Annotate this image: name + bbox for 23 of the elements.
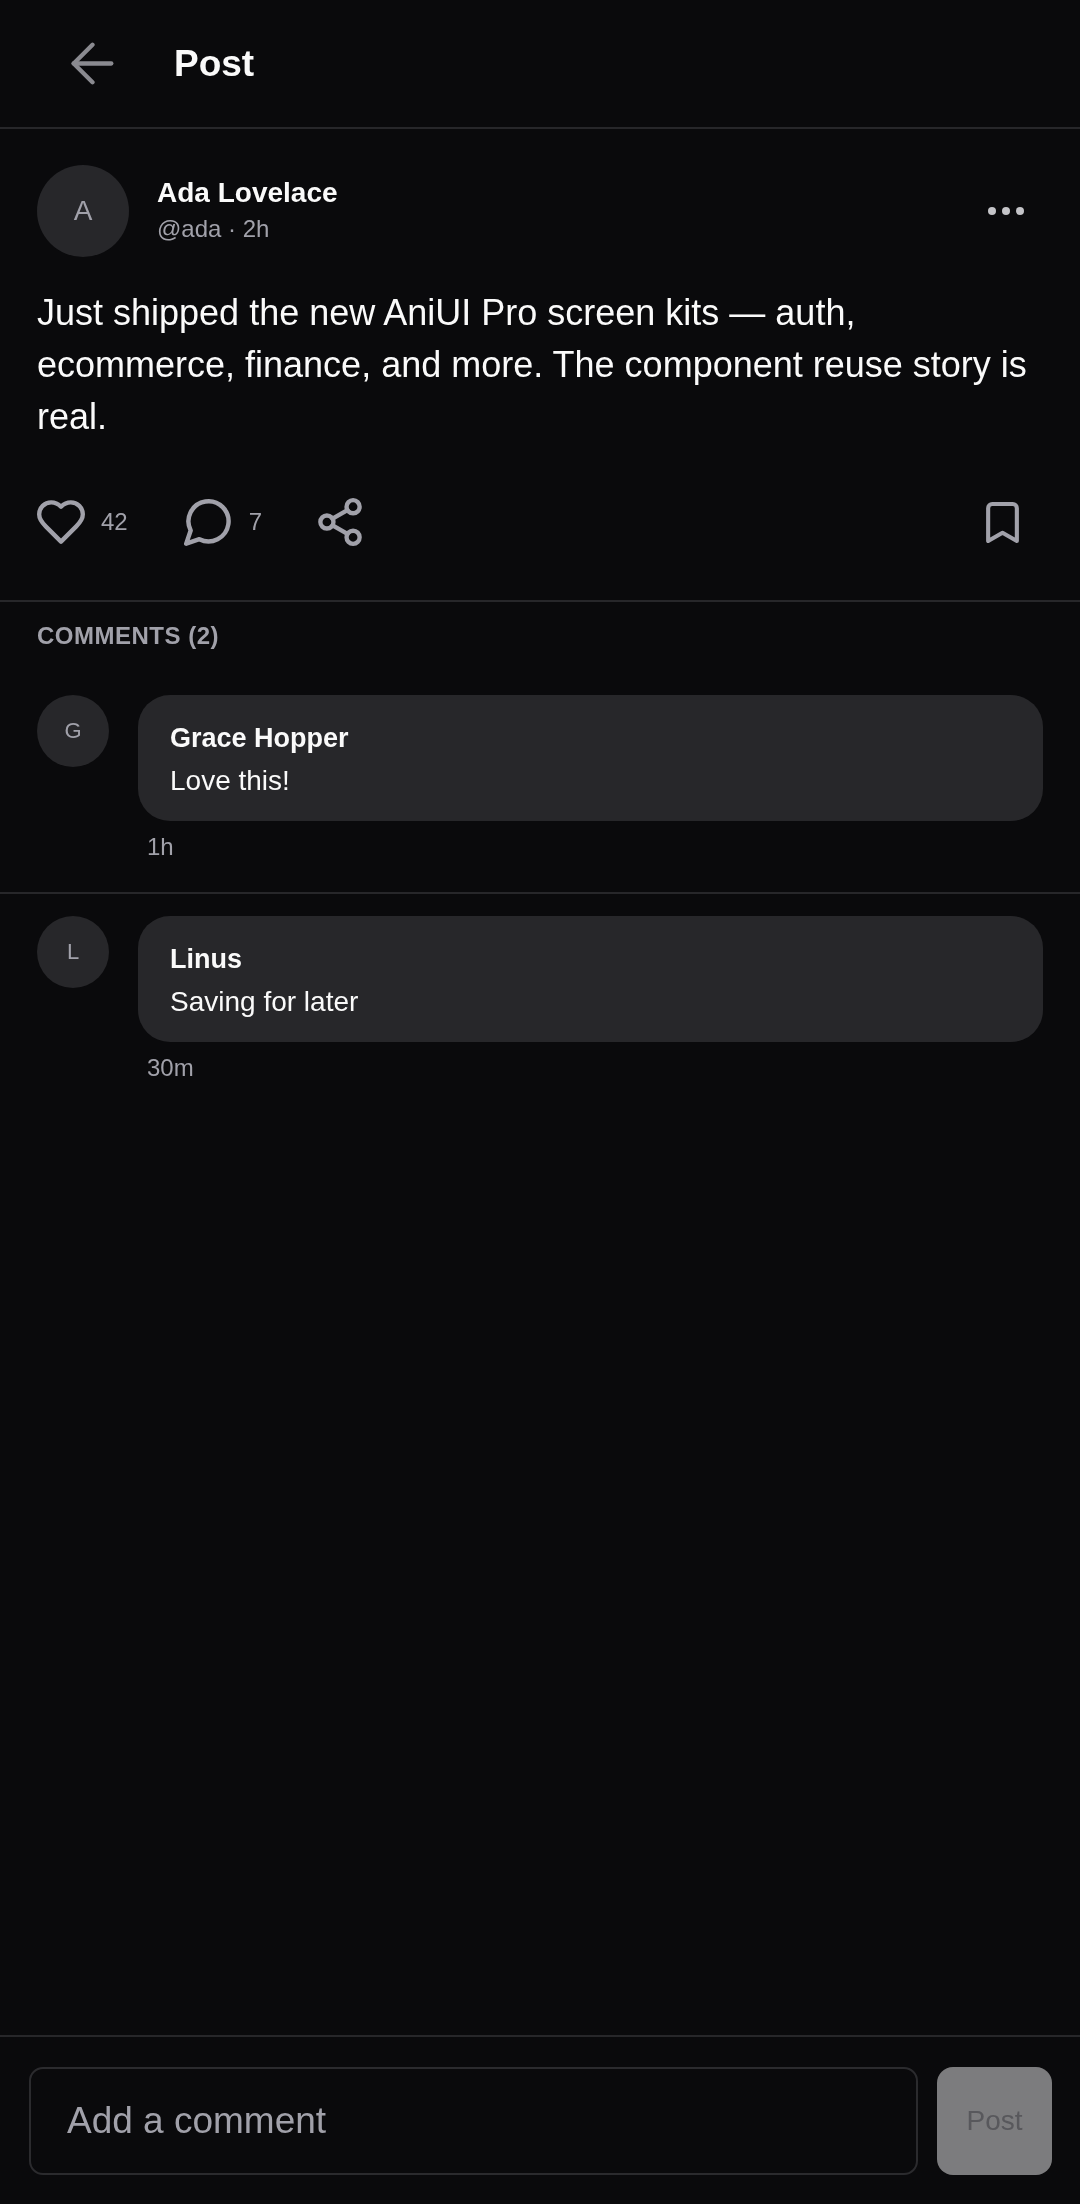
user-avatar: G <box>37 695 109 767</box>
author-name: Ada Lovelace <box>157 176 338 210</box>
post-text: Just shipped the new AniUI Pro screen kits — auth, ecommerce, finance, and more. The component reuse story is real. <box>37 291 1028 439</box>
comment-text: Love this! <box>170 764 290 798</box>
heart-icon[interactable] <box>37 500 85 544</box>
ellipsis-icon[interactable] <box>988 207 1024 215</box>
comment-time: 1h <box>147 832 174 862</box>
user-avatar: A <box>37 165 129 257</box>
bookmark-icon[interactable] <box>986 501 1019 543</box>
user-avatar: L <box>37 916 109 988</box>
like-count: 42 <box>101 507 128 537</box>
comment-input[interactable]: Add a comment <box>29 2067 918 2175</box>
speech-bubble-icon[interactable] <box>183 498 233 546</box>
comment-text: Saving for later <box>170 985 359 1019</box>
comments-heading: COMMENTS (2) <box>36 621 220 651</box>
back-icon[interactable] <box>71 42 114 85</box>
commenter-name: Linus <box>170 943 242 976</box>
share-icon[interactable] <box>318 498 363 546</box>
page-title: Post <box>174 41 255 86</box>
comment-time: 30m <box>147 1053 194 1083</box>
commenter-name: Grace Hopper <box>170 722 349 755</box>
author-handle-time: @ada · 2h <box>157 214 270 244</box>
comment-count: 7 <box>248 507 263 537</box>
